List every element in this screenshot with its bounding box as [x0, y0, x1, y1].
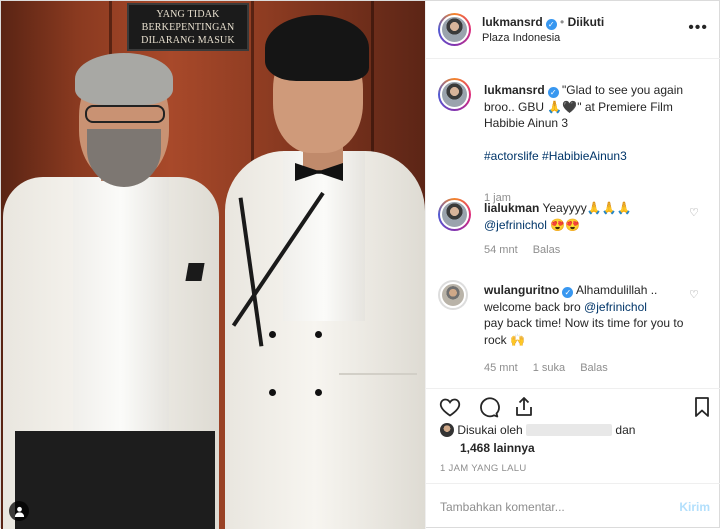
post-location[interactable]: Plaza Indonesia: [482, 32, 560, 44]
comment-item: lialukman Yeayyyy🙏🙏🙏 @jefrinichol 😍😍 ♡ 5…: [426, 196, 720, 266]
save-bookmark-icon[interactable]: [690, 395, 714, 419]
comment-meta: 45 mnt 1 suka Balas: [484, 362, 620, 374]
post-photo[interactable]: YANG TIDAK BERKEPENTINGAN DILARANG MASUK: [1, 1, 425, 529]
post-sidebar: lukmansrd ✓ • Diikuti Plaza Indonesia •••…: [425, 1, 720, 529]
like-heart-icon[interactable]: [438, 395, 462, 419]
comments-list: lukmansrd ✓ "Glad to see you again broo..…: [426, 60, 720, 386]
caption-hashtags[interactable]: #actorslife #HabibieAinun3: [484, 148, 694, 165]
commenter-username[interactable]: lialukman: [484, 201, 539, 215]
pocket-square: [185, 263, 205, 281]
comment-text-line2: welcome back bro: [484, 299, 585, 314]
person-tag-icon[interactable]: [9, 501, 29, 521]
jacket-button: [269, 389, 276, 396]
comment-text-line3: pay back time! Now its time for you to r…: [484, 316, 684, 347]
jacket-button: [315, 331, 322, 338]
dark-trousers: [15, 431, 215, 529]
commenter-username[interactable]: wulanguritno: [484, 283, 559, 297]
likes-suffix: dan: [615, 423, 636, 437]
person-right: [221, 1, 425, 529]
person-left: [1, 1, 231, 529]
send-comment-button[interactable]: Kirim: [679, 500, 710, 514]
caption: lukmansrd ✓ "Glad to see you again broo..…: [426, 74, 720, 204]
commenter-avatar[interactable]: [438, 280, 468, 310]
likes-prefix: Disukai oleh: [457, 423, 523, 437]
comment-bubble-icon[interactable]: [476, 395, 500, 419]
comment-text: Alhamdulillah ..: [576, 283, 658, 297]
commenter-avatar[interactable]: [438, 198, 471, 231]
post-timestamp[interactable]: 1 JAM YANG LALU: [440, 463, 527, 474]
post-frame: YANG TIDAK BERKEPENTINGAN DILARANG MASUK: [0, 0, 720, 529]
verified-badge-icon: ✓: [547, 87, 559, 98]
author-username[interactable]: lukmansrd: [482, 15, 543, 29]
jacket-button: [269, 331, 276, 338]
jacket-pocket: [339, 373, 417, 415]
comment-text-block: wulanguritno ✓ Alhamdulillah .. welcome b…: [484, 282, 694, 348]
author-avatar[interactable]: [438, 78, 471, 111]
comment-text-tail: 😍😍: [546, 217, 581, 232]
reply-button[interactable]: Balas: [533, 244, 561, 256]
comment-meta: 54 mnt Balas: [484, 244, 572, 256]
comment-text: Yeayyyy🙏🙏🙏: [542, 201, 632, 215]
author-avatar[interactable]: [438, 13, 471, 46]
comment-like-count[interactable]: 1 suka: [533, 362, 565, 374]
share-icon[interactable]: [512, 395, 536, 419]
post-actions: [426, 388, 720, 426]
likes-count[interactable]: 1,468 lainnya: [460, 441, 535, 455]
header-title: lukmansrd ✓ • Diikuti: [482, 15, 604, 30]
comment-composer: Kirim: [426, 483, 720, 529]
grey-hair: [75, 53, 173, 105]
liker-avatar[interactable]: [440, 423, 454, 437]
liker-name-redacted: [526, 424, 613, 436]
follow-status-button[interactable]: Diikuti: [568, 15, 605, 29]
black-hair: [265, 15, 369, 81]
like-comment-heart-icon[interactable]: ♡: [689, 206, 700, 219]
likes-summary: Disukai oleh dan 1,468 lainnya: [440, 423, 710, 455]
verified-badge-icon: ✓: [545, 19, 557, 30]
comment-time: 45 mnt: [484, 362, 518, 374]
post-header: lukmansrd ✓ • Diikuti Plaza Indonesia •••: [426, 1, 720, 59]
header-separator: •: [560, 15, 565, 29]
glasses: [85, 105, 165, 123]
jacket-button: [315, 389, 322, 396]
comment-input[interactable]: [440, 498, 660, 516]
like-comment-heart-icon[interactable]: ♡: [689, 288, 700, 301]
comment-time: 54 mnt: [484, 244, 518, 256]
comment-text-block: lialukman Yeayyyy🙏🙏🙏 @jefrinichol 😍😍: [484, 200, 694, 233]
comment-item: wulanguritno ✓ Alhamdulillah .. welcome b…: [426, 278, 720, 388]
comment-mention[interactable]: @jefrinichol: [584, 300, 647, 314]
caption-username[interactable]: lukmansrd: [484, 83, 545, 97]
comment-mention[interactable]: @jefrinichol: [484, 218, 547, 232]
verified-badge-icon: ✓: [562, 287, 574, 298]
reply-button[interactable]: Balas: [580, 362, 608, 374]
more-options-icon[interactable]: •••: [688, 19, 708, 37]
caption-text-block: lukmansrd ✓ "Glad to see you again broo..…: [484, 82, 694, 164]
